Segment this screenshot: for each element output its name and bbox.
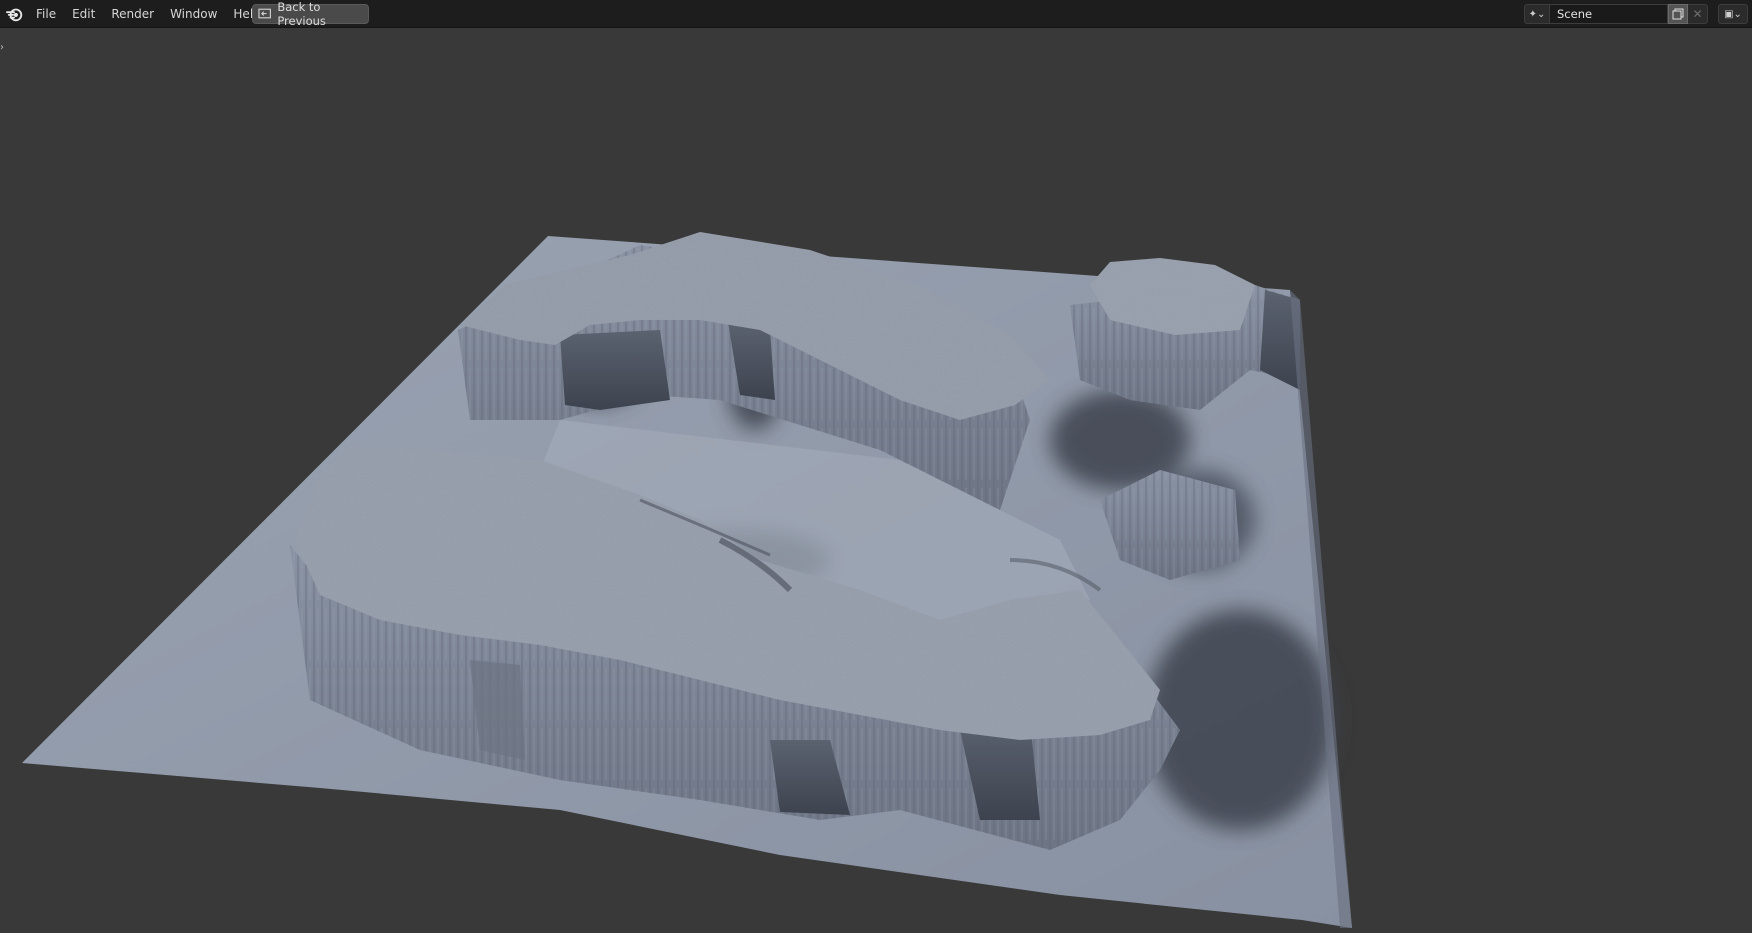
back-screen-icon (258, 8, 271, 19)
3d-viewport[interactable]: › (0, 28, 1752, 933)
back-to-previous-button[interactable]: Back to Previous (252, 0, 369, 28)
top-bar: File Edit Render Window Help Back to Pre… (0, 0, 1752, 28)
menu-render[interactable]: Render (103, 0, 162, 28)
main-menu: File Edit Render Window Help (28, 0, 269, 28)
view-layer-icon[interactable]: ▣⌄ (1718, 4, 1748, 24)
menu-edit[interactable]: Edit (64, 0, 103, 28)
blender-logo-icon[interactable] (6, 5, 24, 23)
duplicate-icon[interactable] (1668, 4, 1688, 24)
menu-file[interactable]: File (28, 0, 64, 28)
scene-data-icon[interactable]: ✦⌄ (1524, 4, 1550, 24)
menu-window[interactable]: Window (162, 0, 225, 28)
terrain-mesh (22, 232, 1352, 928)
scene-name-field[interactable]: Scene (1550, 4, 1668, 24)
back-to-previous-label: Back to Previous (277, 0, 326, 28)
scene-selector: ✦⌄ Scene ✕ (1524, 4, 1708, 24)
close-icon[interactable]: ✕ (1688, 4, 1708, 24)
